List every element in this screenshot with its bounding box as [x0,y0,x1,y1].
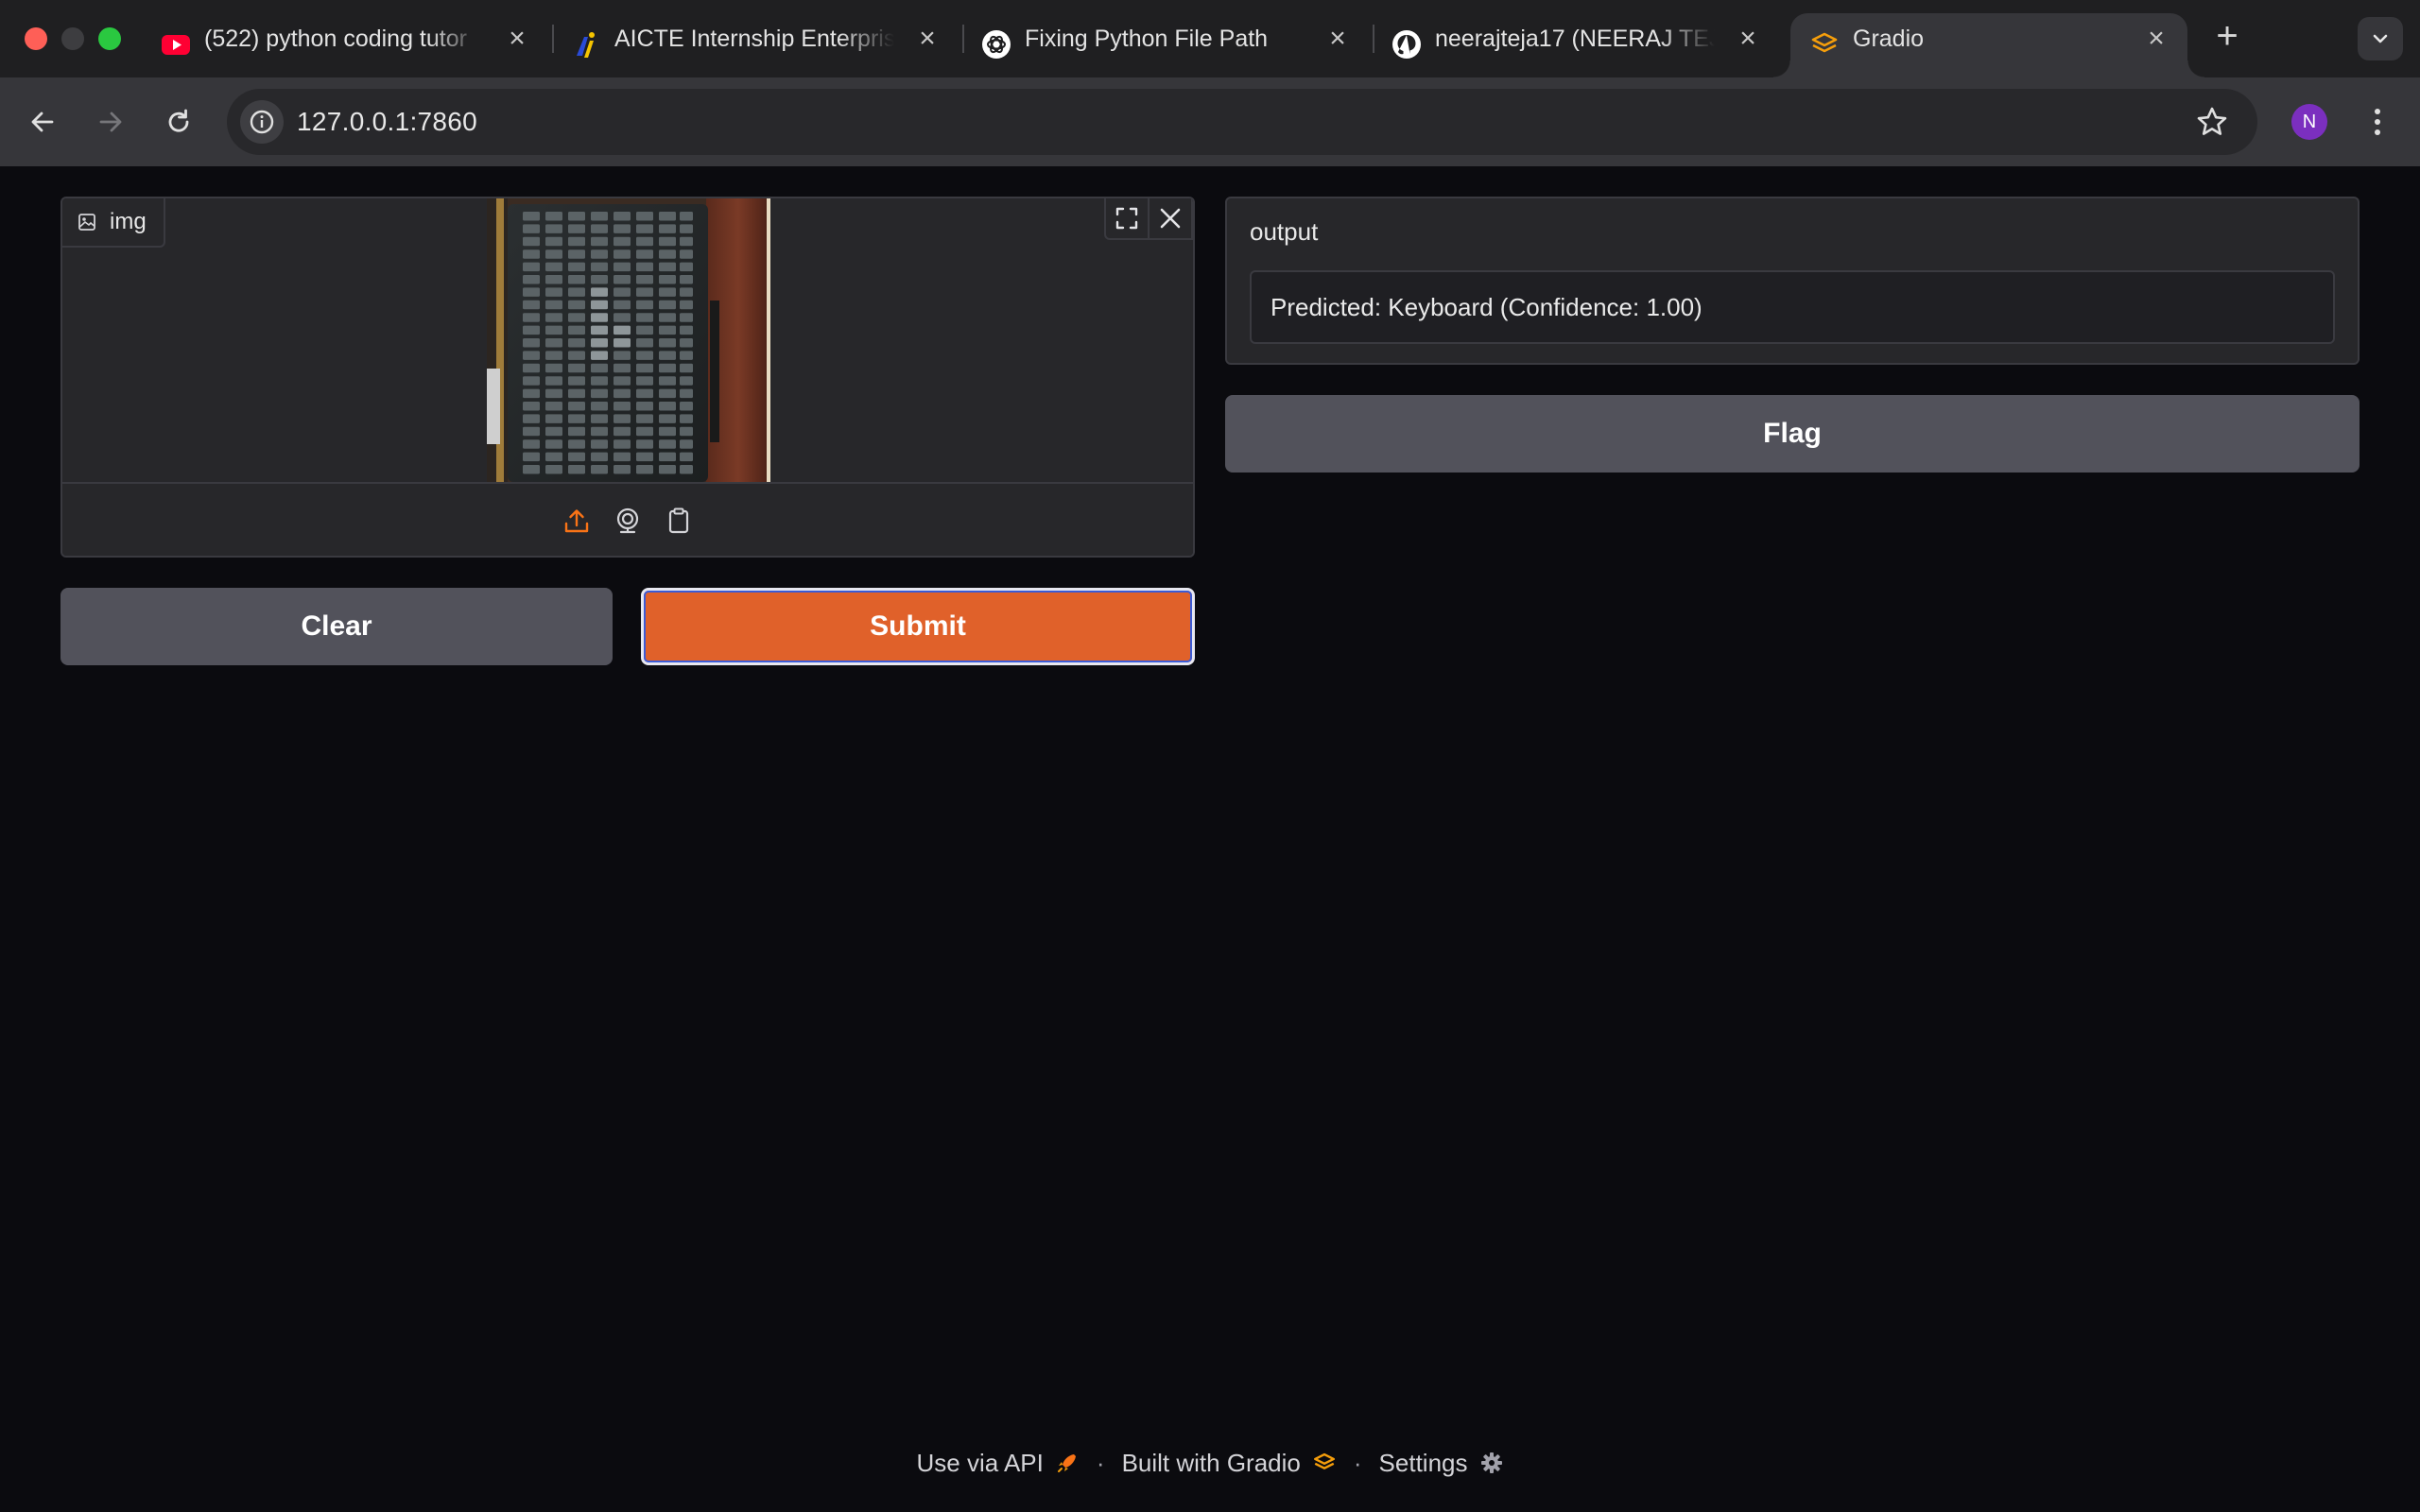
close-icon [1160,208,1181,229]
gradio-footer: Use via API · Built with Gradio · Settin… [0,1440,2420,1486]
arrow-right-icon [99,112,122,132]
forward-button[interactable] [91,102,130,142]
browser-menu-button[interactable] [2363,102,2392,142]
webcam-icon [616,507,639,534]
output-textbox-block: output Predicted: Keyboard (Confidence: … [1225,197,2360,365]
tab-close-button[interactable]: × [505,25,529,53]
tab-close-button[interactable]: × [1736,25,1760,53]
tab-title: neerajteja17 (NEERAJ TEJ [1435,26,1715,52]
tab-search-button[interactable] [2358,17,2403,60]
new-tab-button[interactable]: + [2210,17,2244,55]
built-link-text: Built with Gradio [1121,1448,1301,1477]
site-info-button[interactable] [240,100,284,144]
clear-button[interactable]: Clear [60,588,613,665]
clipboard-icon [668,507,689,534]
tab-close-button[interactable]: × [915,25,940,53]
url-text[interactable]: 127.0.0.1:7860 [297,89,477,155]
bookmark-star-icon[interactable] [2195,105,2229,139]
reload-button[interactable] [159,102,199,142]
tab-title: (522) python coding tutor [204,26,467,52]
uploaded-image-preview [487,198,770,482]
footer-separator: · [1353,1448,1362,1477]
gradio-logo-icon [1313,1452,1335,1469]
window-close-button[interactable] [25,27,47,50]
reload-icon [168,109,189,132]
image-toolbar [1104,198,1193,240]
arrow-left-icon [31,112,54,132]
profile-avatar[interactable]: N [2291,104,2327,140]
window-minimize-button[interactable] [61,27,84,50]
image-input-label: img [62,198,165,248]
tab-gradio[interactable]: Gradio × [1773,13,2204,77]
tab-youtube[interactable]: (522) python coding tutor × [142,13,543,77]
tab-aicte[interactable]: AICTE Internship Enterpris × [552,13,953,77]
gear-icon [1480,1452,1502,1473]
chevron-down-icon [2373,34,2388,43]
built-with-gradio-link[interactable]: Built with Gradio [1122,1449,1337,1478]
tab-github[interactable]: neerajteja17 (NEERAJ TEJ × [1373,13,1773,77]
tab-title: AICTE Internship Enterpris [614,26,894,52]
back-button[interactable] [23,102,62,142]
address-bar[interactable]: 127.0.0.1:7860 [227,89,2257,155]
gradio-app: img Clear Submit output Predicted: Keybo… [0,166,2420,1512]
output-label: output [1250,217,1319,246]
tab-title: Gradio [1853,26,1925,52]
more-vertical-icon [2375,109,2380,135]
clipboard-source-button[interactable] [662,504,696,538]
fullscreen-button[interactable] [1104,198,1150,240]
info-icon [250,110,274,134]
flag-button[interactable]: Flag [1225,395,2360,472]
fullscreen-icon [1115,207,1138,230]
clear-image-button[interactable] [1148,198,1193,240]
tab-title: Fixing Python File Path [1025,26,1269,52]
tab-close-button[interactable]: × [2144,25,2169,53]
aicte-logo-icon [577,32,595,58]
output-textbox[interactable]: Predicted: Keyboard (Confidence: 1.00) [1250,270,2335,344]
upload-icon [564,509,589,533]
github-icon [1392,30,1421,59]
settings-link-text: Settings [1378,1448,1468,1477]
label-text: img [110,209,147,234]
window-maximize-button[interactable] [98,27,121,50]
image-icon [78,214,95,231]
webcam-source-button[interactable] [611,504,645,538]
browser-tab-strip: (522) python coding tutor × AICTE Intern… [0,0,2420,77]
gradio-icon [1811,32,1838,53]
image-input[interactable]: img [60,197,1195,558]
submit-button[interactable]: Submit [641,588,1195,665]
upload-source-button[interactable] [560,504,594,538]
rocket-icon [1057,1454,1076,1472]
openai-icon [982,30,1011,59]
youtube-icon [162,35,190,55]
api-link-text: Use via API [916,1448,1044,1477]
tab-close-button[interactable]: × [1325,25,1350,53]
tab-chatgpt[interactable]: Fixing Python File Path × [962,13,1363,77]
browser-toolbar: 127.0.0.1:7860 N [0,77,2420,166]
use-via-api-link[interactable]: Use via API [916,1449,1079,1478]
footer-separator: · [1096,1448,1105,1477]
image-source-selector [62,482,1193,556]
settings-link[interactable]: Settings [1379,1449,1504,1478]
